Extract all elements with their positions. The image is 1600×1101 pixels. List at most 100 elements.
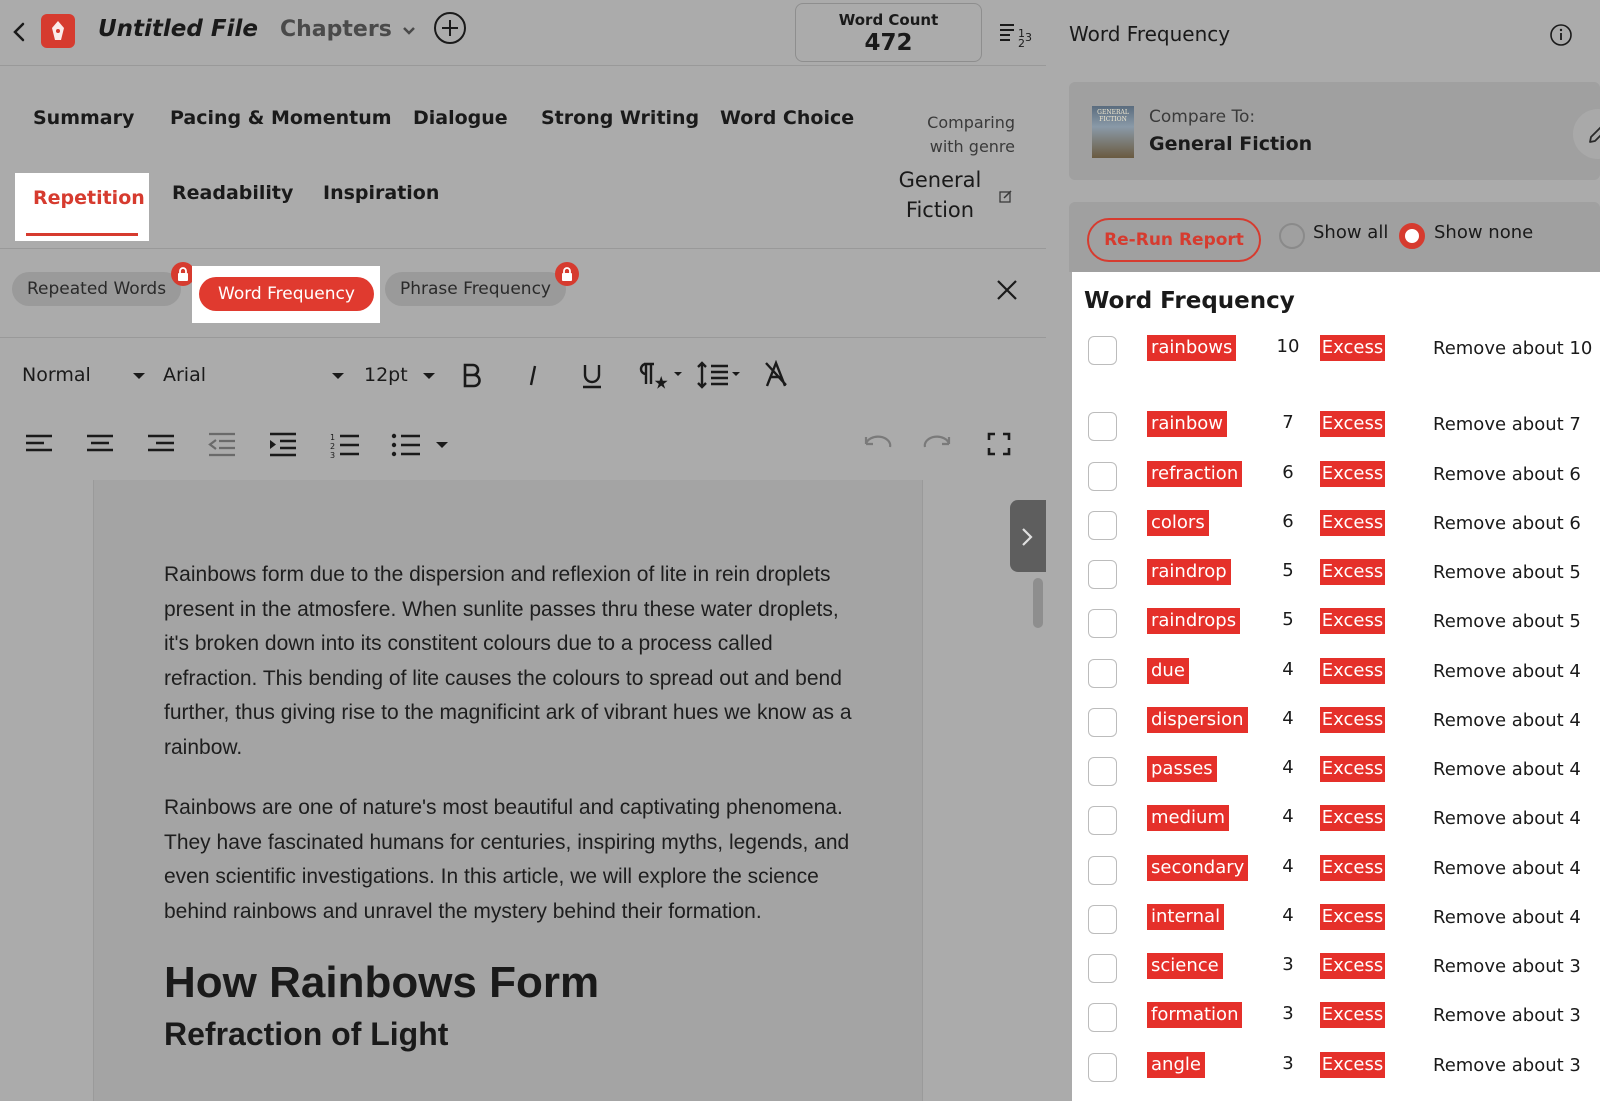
row-checkbox[interactable] bbox=[1088, 905, 1117, 934]
tab-strong-writing[interactable]: Strong Writing bbox=[541, 107, 699, 129]
subtab-word-frequency-highlight: Word Frequency bbox=[192, 266, 380, 323]
ordered-list-icon[interactable]: 123 bbox=[330, 432, 360, 458]
word-tag[interactable]: due bbox=[1147, 658, 1189, 684]
document-paragraph[interactable]: Rainbows are one of nature's most beauti… bbox=[164, 791, 854, 929]
font-size-select[interactable]: 12pt bbox=[364, 364, 408, 386]
line-spacing-icon[interactable] bbox=[696, 360, 746, 390]
show-all-radio[interactable] bbox=[1279, 223, 1305, 249]
word-tag[interactable]: rainbow bbox=[1147, 411, 1227, 437]
word-tag[interactable]: secondary bbox=[1147, 855, 1249, 881]
word-count: 4 bbox=[1282, 757, 1294, 778]
word-tag[interactable]: rainbows bbox=[1147, 335, 1237, 361]
row-checkbox[interactable] bbox=[1088, 1053, 1117, 1082]
align-center-icon[interactable] bbox=[86, 434, 114, 456]
status-badge: Excess bbox=[1320, 510, 1385, 536]
report-panel: Word Frequency GENERAL FICTION Compare T… bbox=[1046, 0, 1600, 1101]
tab-summary[interactable]: Summary bbox=[33, 107, 134, 129]
word-tag[interactable]: refraction bbox=[1147, 461, 1243, 487]
status-badge: Excess bbox=[1320, 953, 1385, 979]
edit-compare-button[interactable] bbox=[1573, 109, 1600, 159]
word-tag[interactable]: angle bbox=[1147, 1052, 1205, 1078]
bold-icon[interactable] bbox=[461, 362, 483, 388]
word-tag[interactable]: passes bbox=[1147, 756, 1217, 782]
info-icon[interactable] bbox=[1549, 23, 1573, 47]
word-count: 6 bbox=[1282, 462, 1294, 483]
row-checkbox[interactable] bbox=[1088, 757, 1117, 786]
row-checkbox[interactable] bbox=[1088, 560, 1117, 589]
bullet-list-icon[interactable] bbox=[391, 432, 421, 458]
align-left-icon[interactable] bbox=[25, 434, 53, 456]
underline-icon[interactable] bbox=[580, 362, 604, 390]
fullscreen-icon[interactable] bbox=[987, 432, 1011, 456]
tab-inspiration[interactable]: Inspiration bbox=[323, 182, 439, 204]
tab-readability[interactable]: Readability bbox=[172, 182, 293, 204]
row-checkbox[interactable] bbox=[1088, 336, 1117, 365]
word-tag[interactable]: dispersion bbox=[1147, 707, 1248, 733]
row-checkbox[interactable] bbox=[1088, 462, 1117, 491]
show-all-label[interactable]: Show all bbox=[1313, 222, 1388, 243]
document-page[interactable]: Rainbows form due to the dispersion and … bbox=[93, 480, 923, 1101]
genre-name[interactable]: General Fiction bbox=[880, 165, 1000, 225]
font-family-select[interactable]: Arial bbox=[163, 364, 206, 386]
clear-formatting-icon[interactable] bbox=[763, 360, 789, 388]
row-checkbox[interactable] bbox=[1088, 659, 1117, 688]
document-paragraph[interactable]: Rainbows form due to the dispersion and … bbox=[164, 558, 854, 765]
word-frequency-list: Word Frequency rainbows 10 Excess Remove ab… bbox=[1072, 272, 1600, 1101]
recommendation-text: Remove about 4 bbox=[1433, 808, 1581, 829]
genre-caption-line1: Comparing bbox=[927, 113, 1015, 132]
row-checkbox[interactable] bbox=[1088, 856, 1117, 885]
indent-icon[interactable] bbox=[269, 432, 297, 458]
chapters-dropdown[interactable]: Chapters bbox=[280, 17, 416, 42]
subtab-phrase-frequency[interactable]: Phrase Frequency bbox=[385, 272, 566, 306]
italic-icon[interactable] bbox=[526, 362, 540, 388]
redo-icon[interactable] bbox=[923, 434, 953, 452]
row-checkbox[interactable] bbox=[1088, 412, 1117, 441]
subtab-repeated-words[interactable]: Repeated Words bbox=[12, 272, 182, 306]
tab-pacing-momentum[interactable]: Pacing & Momentum bbox=[170, 107, 392, 129]
chevron-down-icon[interactable] bbox=[436, 442, 448, 448]
word-tag[interactable]: formation bbox=[1147, 1002, 1243, 1028]
document-subheading[interactable]: Refraction of Light bbox=[164, 1011, 854, 1057]
tab-repetition[interactable]: Repetition bbox=[15, 173, 149, 241]
word-tag[interactable]: raindrops bbox=[1147, 608, 1241, 634]
word-tag[interactable]: raindrop bbox=[1147, 559, 1231, 585]
tab-dialogue[interactable]: Dialogue bbox=[413, 107, 508, 129]
document-heading[interactable]: How Rainbows Form bbox=[164, 955, 854, 1011]
show-none-label[interactable]: Show none bbox=[1434, 222, 1533, 243]
status-badge: Excess bbox=[1320, 461, 1385, 487]
row-checkbox[interactable] bbox=[1088, 708, 1117, 737]
word-tag[interactable]: colors bbox=[1147, 510, 1209, 536]
add-chapter-button[interactable] bbox=[434, 12, 466, 44]
paragraph-style-select[interactable]: Normal bbox=[22, 364, 91, 386]
editor-scrollbar[interactable] bbox=[1033, 578, 1043, 628]
rerun-report-button[interactable]: Re-Run Report bbox=[1087, 218, 1261, 262]
word-tag[interactable]: science bbox=[1147, 953, 1223, 979]
subtab-word-frequency[interactable]: Word Frequency bbox=[199, 277, 374, 311]
word-tag[interactable]: medium bbox=[1147, 805, 1229, 831]
outdent-icon[interactable] bbox=[208, 432, 236, 458]
recommendation-text: Remove about 4 bbox=[1433, 858, 1581, 879]
word-tag[interactable]: internal bbox=[1147, 904, 1225, 930]
tab-word-choice[interactable]: Word Choice bbox=[720, 107, 854, 129]
chevron-down-icon bbox=[402, 26, 415, 35]
close-icon[interactable] bbox=[995, 278, 1019, 302]
row-checkbox[interactable] bbox=[1088, 954, 1117, 983]
show-none-radio[interactable] bbox=[1399, 223, 1425, 249]
row-checkbox[interactable] bbox=[1088, 806, 1117, 835]
file-title[interactable]: Untitled File bbox=[98, 16, 258, 42]
recommendation-text: Remove about 4 bbox=[1433, 661, 1581, 682]
undo-icon[interactable] bbox=[862, 434, 892, 452]
table-row: internal 4 Excess Remove about 4 bbox=[1072, 900, 1600, 940]
numbered-list-icon[interactable]: 1 3 2 bbox=[998, 19, 1034, 49]
chapters-label: Chapters bbox=[280, 17, 392, 42]
back-arrow-icon[interactable] bbox=[8, 18, 30, 46]
edit-genre-icon[interactable] bbox=[999, 189, 1013, 203]
paragraph-format-icon[interactable] bbox=[634, 360, 684, 390]
row-checkbox[interactable] bbox=[1088, 609, 1117, 638]
row-checkbox[interactable] bbox=[1088, 511, 1117, 540]
align-right-icon[interactable] bbox=[147, 434, 175, 456]
row-checkbox[interactable] bbox=[1088, 1003, 1117, 1032]
document-content[interactable]: Rainbows form due to the dispersion and … bbox=[164, 558, 854, 1057]
status-badge: Excess bbox=[1320, 756, 1385, 782]
panel-toggle-button[interactable] bbox=[1010, 500, 1046, 572]
